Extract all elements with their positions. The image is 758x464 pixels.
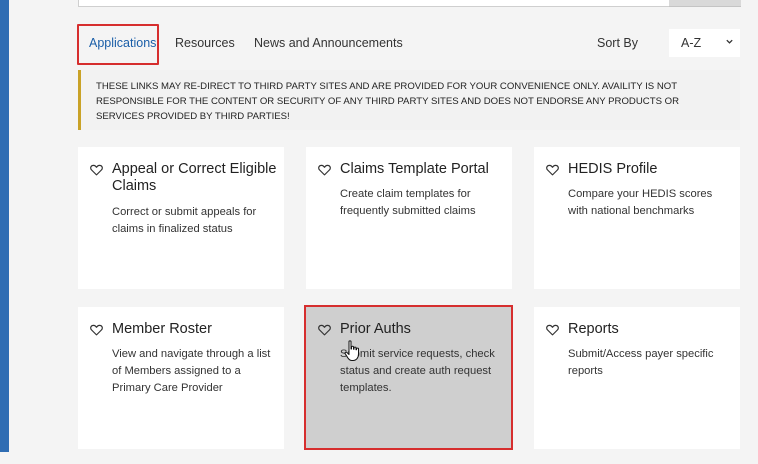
card-description: Correct or submit appeals for claims in …: [112, 206, 257, 235]
card-title: Claims Template Portal: [340, 161, 489, 177]
heart-outline-icon[interactable]: [90, 324, 103, 336]
chevron-down-icon: [726, 39, 733, 44]
left-border: [0, 0, 9, 464]
heart-outline-icon[interactable]: [546, 164, 559, 176]
tab-news-and-announcements[interactable]: News and Announcements: [254, 36, 403, 50]
sort-selected-value: A-Z: [681, 36, 702, 50]
applications-tab-highlight: [77, 24, 159, 65]
search-bar-edge[interactable]: [78, 0, 671, 7]
card-description: Create claim templates for frequently su…: [340, 188, 476, 217]
hand-pointer-icon: [344, 340, 359, 361]
search-button-edge[interactable]: [669, 0, 741, 7]
card-title: HEDIS Profile: [568, 161, 658, 177]
prior-auths-highlight: [304, 305, 513, 450]
sort-select[interactable]: A-Z: [669, 29, 740, 57]
disclaimer-text: THESE LINKS MAY RE-DIRECT TO THIRD PARTY…: [96, 81, 680, 122]
card-member-roster[interactable]: Member Roster View and navigate through …: [78, 307, 284, 449]
page-bottom-edge: [0, 452, 758, 464]
card-title: Member Roster: [112, 321, 212, 337]
card-title: Reports: [568, 321, 619, 337]
heart-outline-icon[interactable]: [318, 164, 331, 176]
card-description: Compare your HEDIS scores with national …: [568, 188, 713, 217]
card-reports[interactable]: Reports Submit/Access payer specific rep…: [534, 307, 740, 449]
heart-outline-icon[interactable]: [546, 324, 559, 336]
card-claims-template-portal[interactable]: Claims Template Portal Create claim temp…: [306, 147, 512, 289]
card-appeal-or-correct-eligible-claims[interactable]: Appeal or Correct Eligible Claims Correc…: [78, 147, 284, 289]
third-party-disclaimer: THESE LINKS MAY RE-DIRECT TO THIRD PARTY…: [78, 70, 740, 130]
heart-outline-icon[interactable]: [90, 164, 103, 176]
card-hedis-profile[interactable]: HEDIS Profile Compare your HEDIS scores …: [534, 147, 740, 289]
tab-resources[interactable]: Resources: [175, 36, 235, 50]
card-description: View and navigate through a list of Memb…: [112, 348, 271, 394]
card-description: Submit/Access payer specific reports: [568, 348, 714, 377]
card-title: Appeal or Correct Eligible Claims: [112, 161, 277, 194]
sort-by-label: Sort By: [597, 36, 638, 50]
